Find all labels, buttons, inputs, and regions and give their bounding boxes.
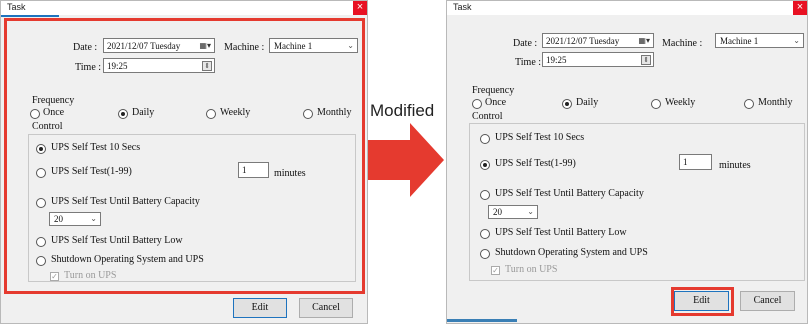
- control-option-selftest-radio[interactable]: [480, 160, 490, 170]
- control-option-batterylow-label: UPS Self Test Until Battery Low: [495, 227, 627, 238]
- frequency-monthly-radio[interactable]: [744, 99, 754, 109]
- task-dialog-original: Task × Date : 2021/12/07 Tuesday ▦▾ Mach…: [0, 0, 368, 324]
- turn-on-ups-checkbox[interactable]: ✓: [491, 266, 500, 275]
- frequency-once-label: Once: [485, 97, 507, 108]
- machine-select[interactable]: Machine 1 ⌄: [715, 33, 804, 48]
- frequency-weekly-label: Weekly: [665, 97, 696, 108]
- highlight-frame: [4, 18, 365, 294]
- control-option-shutdown-label: Shutdown Operating System and UPS: [495, 247, 648, 258]
- date-value: 2021/12/07 Tuesday: [546, 36, 620, 46]
- minutes-label: minutes: [719, 160, 751, 171]
- edit-highlight-frame: [671, 287, 734, 316]
- title-bar: Task ×: [447, 1, 807, 15]
- frequency-weekly-radio[interactable]: [651, 99, 661, 109]
- machine-label: Machine :: [662, 38, 703, 49]
- dialog-title: Task: [453, 2, 472, 12]
- control-option-capacity-label: UPS Self Test Until Battery Capacity: [495, 188, 644, 199]
- time-spinner-icon[interactable]: ⇕: [641, 55, 651, 65]
- dialog-title: Task: [7, 2, 26, 12]
- edit-button[interactable]: Edit: [233, 298, 287, 318]
- close-icon[interactable]: ×: [793, 1, 807, 15]
- minutes-input[interactable]: 1: [679, 154, 712, 170]
- control-option-10secs-radio[interactable]: [480, 134, 490, 144]
- title-bar: Task ×: [1, 1, 367, 15]
- date-field[interactable]: 2021/12/07 Tuesday ▦▾: [542, 33, 654, 48]
- control-option-shutdown-radio[interactable]: [480, 249, 490, 259]
- chevron-down-icon: ⌄: [527, 207, 534, 216]
- time-label: Time :: [515, 57, 542, 68]
- time-field[interactable]: 19:25 ⇕: [542, 52, 654, 67]
- title-accent-line: [1, 15, 59, 17]
- control-option-selftest-label: UPS Self Test(1-99): [495, 158, 576, 169]
- control-option-batterylow-radio[interactable]: [480, 229, 490, 239]
- time-value: 19:25: [546, 55, 567, 65]
- turn-on-ups-label: Turn on UPS: [505, 264, 558, 275]
- chevron-down-icon: ⌄: [793, 36, 800, 45]
- modified-arrow-icon: [368, 123, 444, 197]
- machine-value: Machine 1: [720, 36, 759, 46]
- frequency-once-radio[interactable]: [472, 99, 482, 109]
- frequency-daily-radio[interactable]: [562, 99, 572, 109]
- close-icon[interactable]: ×: [353, 1, 367, 15]
- bottom-accent-strip: [447, 319, 517, 322]
- control-option-10secs-label: UPS Self Test 10 Secs: [495, 132, 585, 143]
- date-label: Date :: [513, 38, 538, 49]
- frequency-monthly-label: Monthly: [758, 97, 793, 108]
- modified-label: Modified: [370, 101, 435, 120]
- control-option-capacity-radio[interactable]: [480, 190, 490, 200]
- cancel-button[interactable]: Cancel: [299, 298, 353, 318]
- frequency-label: Frequency: [472, 85, 515, 96]
- cancel-button[interactable]: Cancel: [740, 291, 795, 311]
- frequency-daily-label: Daily: [576, 97, 599, 108]
- capacity-value: 20: [493, 207, 502, 217]
- control-label: Control: [472, 111, 503, 122]
- capacity-select[interactable]: 20 ⌄: [488, 205, 538, 219]
- task-dialog-modified: Task × Date : 2021/12/07 Tuesday ▦▾ Mach…: [446, 0, 808, 324]
- calendar-dropdown-icon[interactable]: ▦▾: [638, 34, 650, 47]
